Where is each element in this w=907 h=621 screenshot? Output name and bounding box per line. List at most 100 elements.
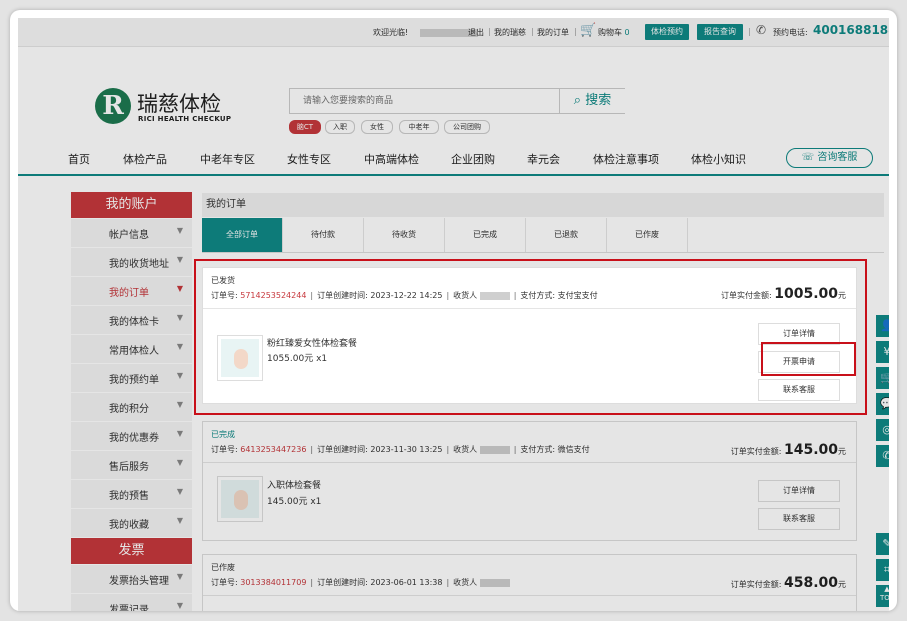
cart-link[interactable]: 购物车 0 — [598, 27, 630, 38]
sidebar-item-label: 帐户信息 — [109, 230, 149, 241]
page: 欢迎光临! 退出 | 我的瑞慈 | 我的订单 | 🛒 购物车 0 体检预约 报告… — [18, 18, 889, 611]
search-button[interactable]: ⌕ 搜索 — [559, 89, 625, 113]
scan-icon[interactable]: ⌗ — [876, 559, 889, 581]
tab-all-orders[interactable]: 全部订单 — [202, 218, 283, 252]
caret-down-icon: ▼ — [176, 601, 183, 610]
arrow-up-icon: ▲ — [884, 585, 889, 593]
sidebar-item-invoice-records[interactable]: 发票记录 ▼ — [71, 594, 192, 611]
top-bar: 欢迎光临! 退出 | 我的瑞慈 | 我的订单 | 🛒 购物车 0 体检预约 报告… — [18, 18, 889, 47]
order-card: 已完成 订单号: 6413253447236 | 订单创建时间: 2023-11-3… — [202, 421, 857, 541]
product-thumbnail[interactable] — [217, 476, 263, 522]
phone-icon: ✆ — [756, 23, 767, 37]
nav-enterprise[interactable]: 企业团购 — [451, 151, 495, 167]
product-name[interactable]: 入职体检套餐 — [267, 478, 321, 491]
sidebar-item-address[interactable]: 我的收货地址 ▼ — [71, 248, 192, 276]
screenshot-frame: 欢迎光临! 退出 | 我的瑞慈 | 我的订单 | 🛒 购物车 0 体检预约 报告… — [10, 10, 897, 611]
chat-icon[interactable]: 💬 — [876, 393, 889, 415]
logo-mark: R — [95, 88, 131, 124]
receiver-blurred — [479, 445, 510, 454]
my-orders-link[interactable]: 我的订单 — [537, 27, 569, 38]
sidebar-item-label: 我的预约单 — [109, 375, 159, 386]
nav-products[interactable]: 体检产品 — [123, 151, 167, 167]
tab-voided[interactable]: 已作废 — [607, 218, 688, 252]
report-query-button[interactable]: 报告查询 — [697, 24, 743, 40]
sidebar-item-account-info[interactable]: 帐户信息 ▼ — [71, 219, 192, 247]
divider: | — [531, 27, 534, 36]
sidebar-item-orders[interactable]: 我的订单 ▼ — [71, 277, 192, 305]
cart-label: 购物车 — [598, 28, 622, 37]
nav-tips[interactable]: 体检小知识 — [691, 151, 746, 167]
sidebar-item-points[interactable]: 我的积分 ▼ — [71, 393, 192, 421]
caret-down-icon: ▼ — [176, 458, 183, 467]
tag-group-buy[interactable]: 公司团购 — [444, 120, 490, 134]
sidebar-item-label: 我的收藏 — [109, 520, 149, 531]
phone-icon[interactable]: ✆ — [876, 445, 889, 467]
order-total: 订单实付金额: 145.00元 — [731, 442, 846, 458]
nav-home[interactable]: 首页 — [68, 151, 90, 167]
nav-club[interactable]: 幸元会 — [527, 151, 560, 167]
yen-icon[interactable]: ¥ — [876, 341, 889, 363]
tag-brain-ct[interactable]: 脑CT — [289, 120, 321, 134]
pay-label: 支付方式: — [520, 445, 556, 454]
caret-down-icon: ▼ — [176, 400, 183, 409]
order-number[interactable]: 6413253447236 — [240, 445, 306, 454]
user-icon[interactable]: 👤 — [876, 315, 889, 337]
cart-icon[interactable]: 🛒 — [876, 367, 889, 389]
tab-refunded[interactable]: 已退款 — [526, 218, 607, 252]
my-ruici-link[interactable]: 我的瑞慈 — [494, 27, 526, 38]
caret-down-icon: ▼ — [176, 313, 183, 322]
order-detail-button[interactable]: 订单详情 — [758, 480, 840, 502]
qq-icon[interactable]: ◎ — [876, 419, 889, 441]
sidebar-item-examinees[interactable]: 常用体检人 ▼ — [71, 335, 192, 363]
sidebar-item-favorites[interactable]: 我的收藏 ▼ — [71, 509, 192, 537]
order-meta: 订单号: 3013384011709 | 订单创建时间: 2023-06-01 13… — [211, 577, 510, 588]
sidebar-item-label: 我的积分 — [109, 404, 149, 415]
customer-service-button[interactable]: ☏ 咨询客服 — [786, 148, 873, 168]
sidebar-item-appointments[interactable]: 我的预约单 ▼ — [71, 364, 192, 392]
product-price: 145.00元 x1 — [267, 497, 322, 507]
sidebar-item-label: 售后服务 — [109, 462, 149, 473]
caret-down-icon: ▼ — [176, 572, 183, 581]
nav-premium[interactable]: 中高端体检 — [364, 151, 419, 167]
divider: | — [446, 578, 450, 587]
order-total: 订单实付金额: 458.00元 — [731, 575, 846, 591]
created-label: 订单创建时间: — [317, 578, 368, 587]
divider: | — [513, 445, 517, 454]
logo-title: 瑞慈体检 — [137, 92, 221, 116]
sidebar-item-label: 常用体检人 — [109, 346, 159, 357]
sidebar-item-checkup-card[interactable]: 我的体检卡 ▼ — [71, 306, 192, 334]
nav-notes[interactable]: 体检注意事项 — [593, 151, 659, 167]
back-to-top-button[interactable]: ▲TOP — [876, 585, 889, 607]
sidebar-item-label: 我的订单 — [109, 288, 149, 299]
contact-service-button[interactable]: 联系客服 — [758, 508, 840, 530]
sidebar-item-after-sales[interactable]: 售后服务 ▼ — [71, 451, 192, 479]
sidebar-item-presale[interactable]: 我的预售 ▼ — [71, 480, 192, 508]
logout-link[interactable]: 退出 — [468, 27, 484, 38]
total-amount: 145.00 — [783, 442, 838, 458]
order-tabs: 全部订单 待付款 待收货 已完成 已退款 已作废 — [202, 218, 884, 253]
tag-elderly[interactable]: 中老年 — [399, 120, 439, 134]
tab-pending-payment[interactable]: 待付款 — [283, 218, 364, 252]
tab-completed[interactable]: 已完成 — [445, 218, 526, 252]
search-box: ⌕ 搜索 — [289, 88, 625, 114]
search-input[interactable] — [290, 89, 571, 113]
sidebar-item-coupons[interactable]: 我的优惠券 ▼ — [71, 422, 192, 450]
tag-female[interactable]: 女性 — [361, 120, 393, 134]
divider: | — [310, 578, 314, 587]
order-number[interactable]: 3013384011709 — [240, 578, 306, 587]
divider: | — [310, 445, 314, 454]
invoice-menu-title: 发票 — [71, 538, 192, 564]
cart-icon[interactable]: 🛒 — [580, 23, 596, 38]
caret-down-icon: ▼ — [176, 429, 183, 438]
nav-female[interactable]: 女性专区 — [287, 151, 331, 167]
book-checkup-button[interactable]: 体检预约 — [645, 24, 689, 40]
phone-number: 4001688188 — [813, 23, 889, 37]
sidebar-item-invoice-header[interactable]: 发票抬头管理 ▼ — [71, 565, 192, 593]
nav-elderly[interactable]: 中老年专区 — [200, 151, 255, 167]
edit-icon[interactable]: ✎ — [876, 533, 889, 555]
tab-pending-receipt[interactable]: 待收货 — [364, 218, 445, 252]
phone-label: 预约电话: — [773, 28, 808, 37]
tag-onboarding[interactable]: 入职 — [325, 120, 355, 134]
order-time: 2023-11-30 13:25 — [370, 445, 443, 454]
divider: | — [574, 27, 577, 36]
